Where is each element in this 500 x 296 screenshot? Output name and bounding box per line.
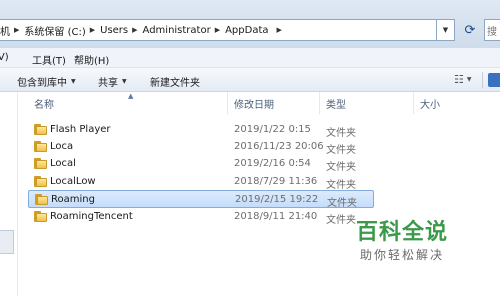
folder-icon (34, 124, 47, 135)
watermark-logo: 百科全说 助你轻松解决 (332, 214, 472, 276)
column-header-type[interactable]: 类型 (320, 92, 414, 114)
breadcrumb-expand-icon[interactable]: ▶ (276, 26, 283, 34)
toolbar-divider (482, 72, 483, 88)
menu-help[interactable]: 帮助(H) (74, 52, 109, 67)
file-name: LocalLow (50, 176, 96, 187)
folder-icon (34, 211, 47, 222)
file-name: Roaming (51, 194, 95, 205)
file-name: Loca (50, 141, 74, 152)
file-modified: 2019/2/15 19:22 (235, 194, 319, 205)
file-name: Flash Player (50, 124, 111, 135)
breadcrumb-appdata[interactable]: AppData (221, 25, 271, 36)
column-header-modified[interactable]: 修改日期 (228, 92, 320, 114)
column-header-size[interactable]: 大小 (414, 92, 500, 114)
breadcrumb-drive[interactable]: 系统保留 (C:) (20, 23, 88, 38)
address-bar-strip: 机 ▶ 系统保留 (C:) ▶ Users ▶ Administrator ▶ … (0, 0, 500, 48)
folder-icon (35, 194, 48, 205)
file-type: 文件夹 (326, 128, 356, 139)
file-modified: 2019/2/16 0:54 (234, 158, 311, 169)
breadcrumb-separator-icon[interactable]: ▶ (13, 26, 20, 34)
file-row[interactable]: Loca 2016/11/23 20:06 文件夹 (28, 138, 374, 156)
file-modified: 2018/9/11 21:40 (234, 211, 318, 222)
navigation-pane[interactable] (0, 92, 18, 296)
folder-icon (34, 141, 47, 152)
breadcrumb-administrator[interactable]: Administrator (139, 25, 214, 36)
address-bar[interactable]: 机 ▶ 系统保留 (C:) ▶ Users ▶ Administrator ▶ … (0, 19, 437, 41)
file-type: 文件夹 (326, 162, 356, 173)
column-header-modified-label: 修改日期 (234, 99, 274, 111)
chevron-down-icon: ▼ (122, 78, 127, 85)
folder-icon (34, 176, 47, 187)
command-toolbar: 包含到库中 ▼ 共享 ▼ 新建文件夹 ☷ ▼ (0, 68, 500, 92)
menu-bar: (V) 工具(T) 帮助(H) (0, 48, 500, 68)
file-modified: 2018/7/29 11:36 (234, 176, 318, 187)
folder-icon (34, 158, 47, 169)
watermark-title: 百科全说 (355, 220, 448, 245)
menu-tools[interactable]: 工具(T) (32, 52, 66, 67)
file-row[interactable]: Flash Player 2019/1/22 0:15 文件夹 (28, 121, 374, 139)
view-options-icon[interactable]: ☷ ▼ (454, 73, 472, 86)
include-in-library-button[interactable]: 包含到库中 ▼ (17, 74, 76, 89)
file-row[interactable]: LocalLow 2018/7/29 11:36 文件夹 (28, 173, 374, 191)
file-name: RoamingTencent (50, 211, 133, 222)
column-header-type-label: 类型 (326, 99, 346, 111)
breadcrumb-separator-icon[interactable]: ▶ (214, 26, 221, 34)
search-icon: 搜 (487, 26, 497, 38)
file-type: 文件夹 (326, 145, 356, 156)
preview-pane-icon[interactable] (488, 73, 500, 87)
address-history-dropdown-icon[interactable]: ▼ (437, 19, 455, 41)
menu-view[interactable]: (V) (0, 52, 9, 63)
new-folder-button[interactable]: 新建文件夹 (150, 74, 200, 89)
file-type: 文件夹 (327, 198, 357, 209)
breadcrumb-computer[interactable]: 机 (0, 23, 13, 38)
breadcrumb-separator-icon[interactable]: ▶ (89, 26, 96, 34)
file-modified: 2019/1/22 0:15 (234, 124, 311, 135)
column-header-size-label: 大小 (420, 99, 440, 111)
column-header-name-label: 名称 (34, 99, 54, 111)
search-input[interactable]: 搜 (484, 19, 500, 41)
file-row[interactable]: Local 2019/2/16 0:54 文件夹 (28, 155, 374, 173)
file-modified: 2016/11/23 20:06 (234, 141, 324, 152)
watermark-subtitle: 助你轻松解决 (359, 248, 444, 262)
share-button[interactable]: 共享 ▼ (98, 74, 127, 89)
file-type: 文件夹 (326, 180, 356, 191)
include-in-library-label: 包含到库中 (17, 78, 67, 89)
share-label: 共享 (98, 78, 118, 89)
file-name: Local (50, 158, 76, 169)
refresh-icon[interactable]: ⟳ (462, 22, 478, 38)
new-folder-label: 新建文件夹 (150, 78, 200, 89)
breadcrumb-separator-icon[interactable]: ▶ (131, 26, 138, 34)
breadcrumb-users[interactable]: Users (96, 25, 131, 36)
file-row[interactable]: RoamingTencent 2018/9/11 21:40 文件夹 (28, 208, 374, 226)
chevron-down-icon: ▼ (466, 76, 472, 83)
sort-ascending-icon: ▲ (128, 92, 134, 100)
navigation-scrollbar[interactable] (0, 230, 14, 254)
file-row-selected[interactable]: Roaming 2019/2/15 19:22 文件夹 (28, 190, 374, 209)
chevron-down-icon: ▼ (71, 78, 76, 85)
